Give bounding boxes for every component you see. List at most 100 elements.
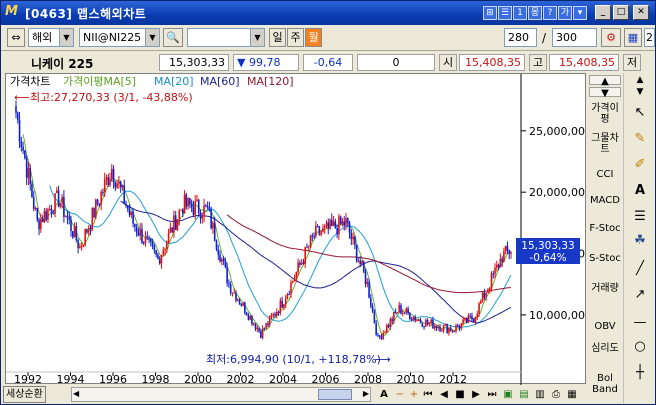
price-chart[interactable]: 10,000,0015,000,0020,000,0025,000,00 199… <box>5 73 587 386</box>
horizontal-line-icon[interactable]: — <box>630 313 650 333</box>
scroll-left-icon[interactable]: ◀ <box>73 389 79 398</box>
maximize-button[interactable]: □ <box>613 5 629 20</box>
menu-button[interactable]: ▾ <box>573 6 587 20</box>
eraser-icon[interactable]: ✎ <box>630 129 650 149</box>
excel-icon[interactable]: ▤ <box>517 387 531 402</box>
moving-average-lines <box>22 134 512 337</box>
candle-body <box>323 225 326 228</box>
indicator-psychology[interactable]: 심리도 <box>589 343 621 354</box>
chart-scrollbar[interactable]: ◀ ▶ <box>71 387 371 402</box>
grid-icon[interactable]: ▦ <box>624 28 642 47</box>
indicator-bollinger[interactable]: Bol Band <box>589 373 621 395</box>
candle-body <box>291 280 294 283</box>
indicator-macd[interactable]: MACD <box>589 195 621 206</box>
erase-all-icon[interactable]: ✐ <box>630 155 650 175</box>
candle-body <box>59 203 62 207</box>
zoom-in-icon[interactable]: + <box>407 387 421 402</box>
candle-body <box>471 316 473 320</box>
line-icon[interactable]: ╱ <box>630 259 650 279</box>
indicator-obv[interactable]: OBV <box>589 321 621 332</box>
candle-body <box>490 273 493 289</box>
candle-body <box>332 221 335 226</box>
x-tick-label: 2010 <box>397 373 425 385</box>
bottom-label[interactable]: 세상순환 <box>3 386 46 403</box>
candle-body <box>128 209 131 215</box>
minimize-button[interactable]: _ <box>595 5 611 20</box>
extra-input[interactable]: 2 <box>644 28 655 47</box>
candle-body <box>150 238 152 242</box>
pointer-icon[interactable]: ↖ <box>630 103 650 123</box>
next-page-icon[interactable]: ▶ <box>469 387 483 402</box>
candle-body <box>346 218 349 223</box>
y-tick-label: 20,000,00 <box>529 186 585 199</box>
stop-icon[interactable]: ■ <box>453 387 467 402</box>
candle-body <box>231 292 234 294</box>
list-icon[interactable]: ☰ <box>498 6 512 20</box>
zoom-out-icon[interactable]: − <box>393 387 407 402</box>
settings-icon[interactable]: ⚙ <box>601 28 621 47</box>
auto-scale-icon[interactable]: A <box>377 387 391 402</box>
scroll-right-icon[interactable]: ▶ <box>363 389 369 398</box>
hamburger-icon[interactable]: ☰ <box>630 207 650 227</box>
indicator-fstoc[interactable]: F-Stoc <box>589 223 621 234</box>
scroll-down-icon[interactable]: ▼ <box>630 87 650 97</box>
candle-body <box>331 219 333 226</box>
layout-icon[interactable]: ⊞ <box>483 6 497 20</box>
candle-body <box>151 241 154 246</box>
close-button[interactable]: ✕ <box>633 5 649 20</box>
print-icon[interactable]: ⎙ <box>549 387 563 402</box>
screen-1-button[interactable]: 1 <box>513 6 527 20</box>
text-icon[interactable]: A <box>630 181 650 201</box>
circle-icon[interactable]: ○ <box>630 337 650 357</box>
count-input[interactable]: 280 <box>504 28 537 47</box>
export-icon[interactable]: ▣ <box>501 387 515 402</box>
title-bar[interactable]: M [0463] 맵스해외차트 ⊞ ☰ 1 몽 ? 가 ▾ _ □ ✕ <box>1 1 655 25</box>
month-button[interactable]: 월 <box>305 28 322 47</box>
indicator-sstoc[interactable]: S-Stoc <box>589 253 621 264</box>
symbol-search-icon[interactable]: ⇔ <box>7 28 25 47</box>
chevron-down-icon[interactable]: ▼ <box>250 29 264 46</box>
volume-value: 0 <box>357 54 435 71</box>
scroll-down-icon[interactable]: ▼ <box>589 87 621 99</box>
chart-canvas[interactable]: 10,000,0015,000,0020,000,0025,000,00 199… <box>6 74 587 386</box>
camera-icon[interactable]: ▦ <box>565 387 579 402</box>
candle-body <box>368 281 370 298</box>
first-page-icon[interactable]: ⏮ <box>421 387 435 402</box>
count-max-input[interactable]: 300 <box>552 28 597 47</box>
week-button[interactable]: 주 <box>287 28 304 47</box>
indicator-ma[interactable]: 가격이평 <box>589 103 621 125</box>
symbol-select[interactable]: NII@NI225 ▼ <box>79 28 160 47</box>
scroll-thumb[interactable] <box>318 389 352 400</box>
candle-body <box>82 244 85 246</box>
chevron-down-icon[interactable]: ▼ <box>59 29 73 46</box>
last-page-icon[interactable]: ⏭ <box>485 387 499 402</box>
market-select[interactable]: 해외 ▼ <box>28 28 74 47</box>
save-icon[interactable]: ▥ <box>533 387 547 402</box>
candle-body <box>359 260 361 265</box>
candle-body <box>100 191 102 205</box>
scroll-up-icon[interactable]: ▲ <box>589 75 621 87</box>
indicator-cci[interactable]: CCI <box>589 169 621 180</box>
chevron-down-icon[interactable]: ▼ <box>145 29 159 46</box>
candle-body <box>423 326 425 328</box>
scroll-up-icon[interactable]: ▲ <box>630 75 650 85</box>
candle-body <box>485 292 487 298</box>
candle-body <box>389 319 392 327</box>
day-button[interactable]: 일 <box>269 28 286 47</box>
search-icon[interactable]: 🔍 <box>163 28 183 47</box>
prev-page-icon[interactable]: ◀ <box>437 387 451 402</box>
link-button[interactable]: 몽 <box>528 6 542 20</box>
font-button[interactable]: 가 <box>558 6 572 20</box>
help-button[interactable]: ? <box>543 6 557 20</box>
vertical-line-icon[interactable]: ┼ <box>630 363 650 383</box>
arrow-line-icon[interactable]: ↗ <box>630 285 650 305</box>
candle-body <box>325 222 328 226</box>
candle-body <box>345 218 347 226</box>
fibonacci-icon[interactable]: ☘ <box>630 231 650 251</box>
indicator-net-chart[interactable]: 그물차트 <box>589 133 621 155</box>
candle-body <box>75 226 78 241</box>
indicator-volume[interactable]: 거래량 <box>589 283 621 294</box>
period-select[interactable]: ▼ <box>187 28 265 47</box>
candle-body <box>126 205 129 210</box>
candle-body <box>91 207 94 230</box>
